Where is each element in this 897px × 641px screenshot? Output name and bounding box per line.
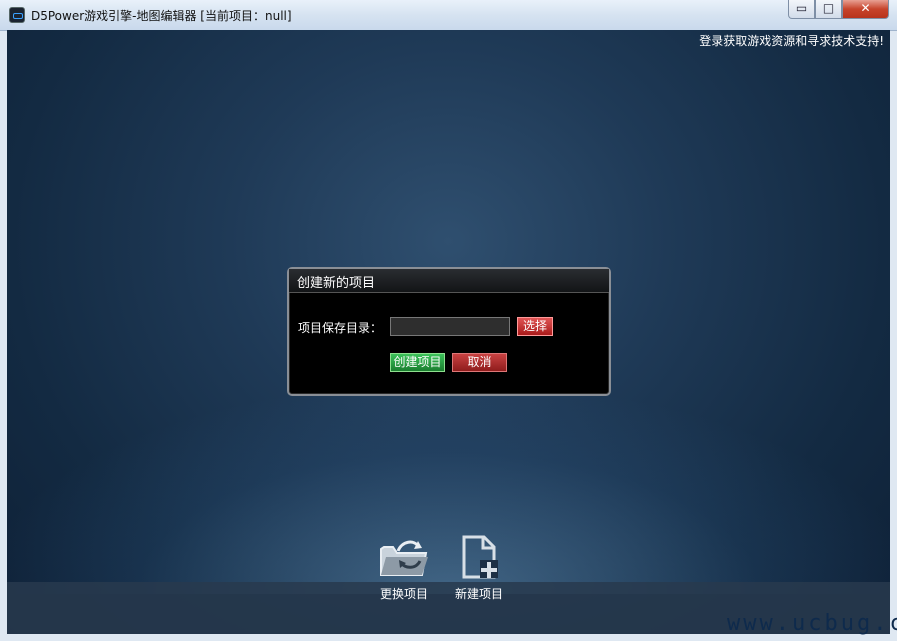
minimize-button[interactable]: ▭ — [788, 0, 815, 19]
new-project-button[interactable]: 新建项目 — [447, 535, 511, 602]
save-dir-label: 项目保存目录： — [298, 321, 383, 335]
dialog-title: 创建新的项目 — [297, 276, 376, 291]
title-bar[interactable]: D5Power游戏引擎-地图编辑器 [当前项目：null] ▭ □ ✕ — [0, 0, 897, 31]
folder-switch-icon — [380, 540, 428, 576]
switch-project-label: 更换项目 — [379, 587, 428, 601]
create-project-button[interactable]: 创建项目 — [390, 353, 445, 372]
app-window: D5Power游戏引擎-地图编辑器 [当前项目：null] ▭ □ ✕ 登录获取… — [0, 0, 897, 641]
create-project-dialog: 创建新的项目 项目保存目录： 选择 创建项目 取消 — [287, 267, 611, 396]
login-support-link[interactable]: 登录获取游戏资源和寻求技术支持! — [699, 32, 884, 49]
save-dir-input[interactable] — [390, 317, 510, 336]
maximize-button[interactable]: □ — [815, 0, 842, 19]
app-icon — [9, 7, 25, 23]
editor-canvas: 登录获取游戏资源和寻求技术支持! 创建新的项目 项目保存目录： 选择 创建项目 … — [7, 30, 890, 634]
new-project-label: 新建项目 — [454, 587, 503, 601]
cancel-button[interactable]: 取消 — [452, 353, 507, 372]
dialog-title-bar: 创建新的项目 — [289, 269, 609, 293]
choose-dir-button[interactable]: 选择 — [517, 317, 553, 336]
switch-project-button[interactable]: 更换项目 — [372, 535, 436, 602]
watermark: www.ucbug.cc — [727, 611, 897, 636]
window-title: D5Power游戏引擎-地图编辑器 [当前项目：null] — [31, 9, 292, 23]
new-document-icon — [462, 535, 498, 579]
close-button[interactable]: ✕ — [842, 0, 889, 19]
